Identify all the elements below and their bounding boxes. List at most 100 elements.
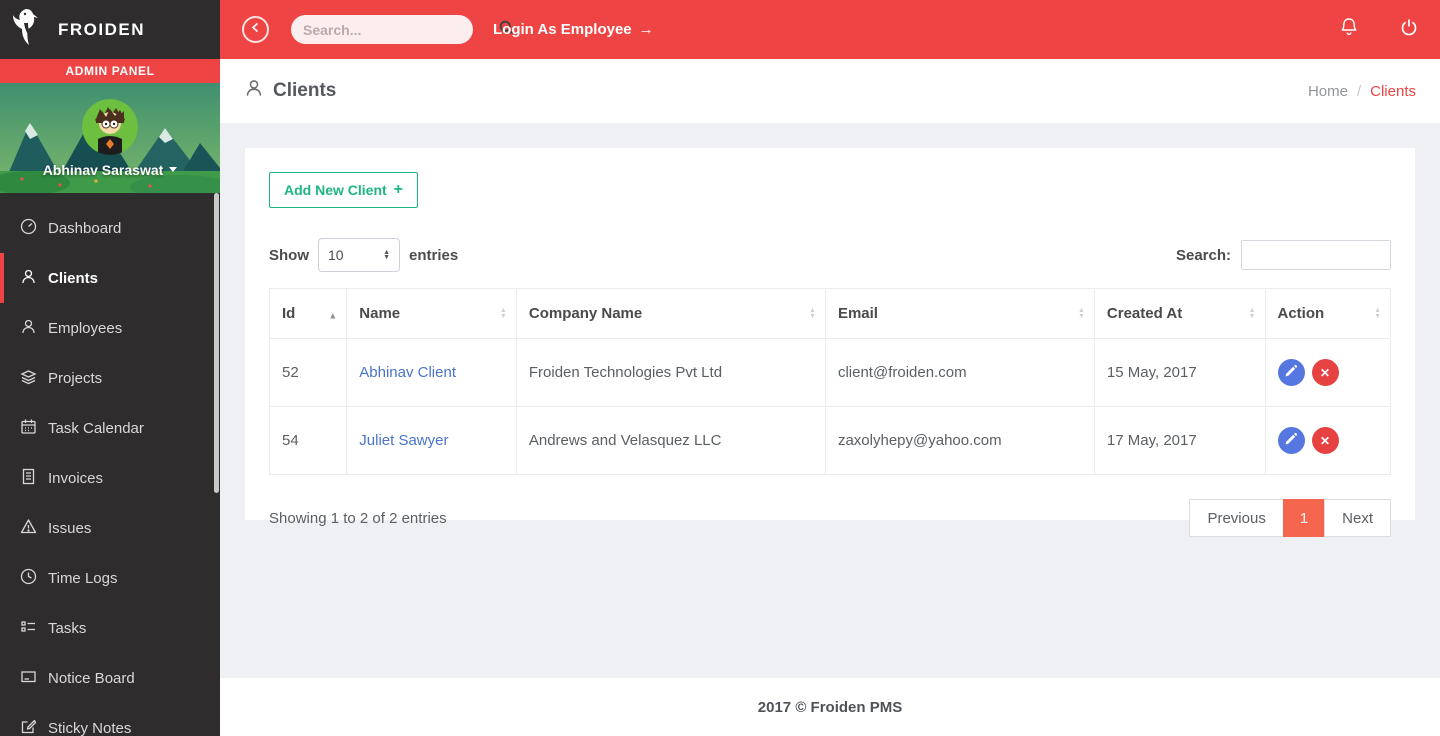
power-icon bbox=[1400, 18, 1418, 42]
pagination: Previous 1 Next bbox=[1189, 499, 1391, 537]
column-header-email[interactable]: Email bbox=[825, 289, 1094, 339]
sidebar-item-dashboard[interactable]: Dashboard bbox=[0, 203, 220, 253]
cell-email: client@froiden.com bbox=[825, 339, 1094, 407]
sidebar-menu: Dashboard Clients Employees Projects bbox=[0, 193, 220, 736]
show-label: Show bbox=[269, 247, 309, 264]
brand-logo-area[interactable]: FROIDEN bbox=[0, 0, 220, 59]
logout-button[interactable] bbox=[1400, 18, 1418, 42]
table-search-label: Search: bbox=[1176, 247, 1231, 264]
admin-panel-badge: ADMIN PANEL bbox=[0, 59, 220, 83]
bell-icon bbox=[1340, 17, 1358, 42]
cell-id: 52 bbox=[270, 339, 347, 407]
tasks-icon bbox=[20, 618, 37, 639]
column-header-action[interactable]: Action bbox=[1265, 289, 1391, 339]
sort-icon bbox=[500, 308, 507, 320]
page-length-control: Show 10 ▲▼ entries bbox=[269, 238, 458, 272]
login-as-label: Login As Employee bbox=[493, 21, 632, 38]
sidebar-item-sticky-notes[interactable]: Sticky Notes bbox=[0, 703, 220, 736]
chevron-down-icon bbox=[169, 167, 177, 172]
page-header: Clients Home / Clients bbox=[220, 59, 1440, 123]
sidebar-item-label: Projects bbox=[48, 370, 102, 387]
sidebar-item-clients[interactable]: Clients bbox=[0, 253, 220, 303]
froiden-bird-logo-icon bbox=[12, 7, 48, 52]
sidebar-item-label: Dashboard bbox=[48, 220, 121, 237]
entries-label: entries bbox=[409, 247, 458, 264]
clients-card: Add New Client + Show 10 ▲▼ entries Sear… bbox=[245, 148, 1415, 520]
cell-company: Andrews and Velasquez LLC bbox=[516, 407, 825, 475]
dashboard-icon bbox=[20, 218, 37, 239]
topbar-search bbox=[291, 15, 473, 44]
column-header-company[interactable]: Company Name bbox=[516, 289, 825, 339]
edit-button[interactable] bbox=[1278, 427, 1305, 454]
cell-company: Froiden Technologies Pvt Ltd bbox=[516, 339, 825, 407]
delete-button[interactable] bbox=[1312, 427, 1339, 454]
table-row: 52 Abhinav Client Froiden Technologies P… bbox=[270, 339, 1391, 407]
notice-board-icon bbox=[20, 668, 37, 689]
sidebar: FROIDEN ADMIN PANEL bbox=[0, 0, 220, 736]
pagination-page-1-button[interactable]: 1 bbox=[1283, 499, 1325, 537]
table-info: Showing 1 to 2 of 2 entries bbox=[269, 510, 447, 527]
client-name-link[interactable]: Abhinav Client bbox=[359, 364, 456, 381]
close-icon bbox=[1320, 366, 1330, 380]
employees-icon bbox=[20, 318, 37, 339]
breadcrumb-home-link[interactable]: Home bbox=[1308, 83, 1348, 100]
entries-select[interactable]: 10 ▲▼ bbox=[318, 238, 400, 272]
sidebar-item-time-logs[interactable]: Time Logs bbox=[0, 553, 220, 603]
sidebar-item-label: Issues bbox=[48, 520, 91, 537]
column-header-id[interactable]: Id bbox=[270, 289, 347, 339]
notifications-button[interactable] bbox=[1340, 17, 1358, 42]
sidebar-item-employees[interactable]: Employees bbox=[0, 303, 220, 353]
client-name-link[interactable]: Juliet Sawyer bbox=[359, 432, 448, 449]
topbar-search-input[interactable] bbox=[303, 22, 499, 38]
entries-select-value: 10 bbox=[328, 247, 344, 263]
pagination-previous-button[interactable]: Previous bbox=[1189, 499, 1283, 537]
user-profile-area: Abhinav Saraswat bbox=[0, 83, 220, 193]
sidebar-item-label: Clients bbox=[48, 270, 98, 287]
footer: 2017 © Froiden PMS bbox=[220, 678, 1440, 736]
sidebar-item-notice-board[interactable]: Notice Board bbox=[0, 653, 220, 703]
sidebar-scrollbar[interactable] bbox=[214, 193, 219, 493]
calendar-icon bbox=[20, 418, 37, 439]
breadcrumb-current: Clients bbox=[1370, 83, 1416, 100]
right-arrow-icon: → bbox=[639, 21, 654, 38]
column-header-created-at[interactable]: Created At bbox=[1094, 289, 1265, 339]
delete-button[interactable] bbox=[1312, 359, 1339, 386]
collapse-sidebar-button[interactable] bbox=[242, 16, 269, 43]
sidebar-item-tasks[interactable]: Tasks bbox=[0, 603, 220, 653]
back-arrow-icon bbox=[249, 21, 262, 39]
pagination-next-button[interactable]: Next bbox=[1324, 499, 1391, 537]
avatar[interactable] bbox=[82, 99, 138, 155]
sort-icon bbox=[1078, 308, 1085, 320]
plus-icon: + bbox=[394, 182, 403, 198]
sort-asc-icon bbox=[328, 305, 337, 322]
pencil-icon bbox=[1285, 432, 1297, 449]
login-as-employee-link[interactable]: Login As Employee → bbox=[493, 21, 654, 38]
sidebar-item-task-calendar[interactable]: Task Calendar bbox=[0, 403, 220, 453]
user-name-dropdown[interactable]: Abhinav Saraswat bbox=[43, 162, 178, 178]
select-stepper-icon: ▲▼ bbox=[383, 250, 390, 260]
clients-icon bbox=[20, 268, 37, 289]
column-header-name[interactable]: Name bbox=[347, 289, 517, 339]
time-logs-icon bbox=[20, 568, 37, 589]
cell-created-at: 17 May, 2017 bbox=[1094, 407, 1265, 475]
main-content: Add New Client + Show 10 ▲▼ entries Sear… bbox=[220, 123, 1440, 678]
page-title-text: Clients bbox=[273, 80, 336, 102]
sort-icon bbox=[1249, 308, 1256, 320]
sidebar-item-invoices[interactable]: Invoices bbox=[0, 453, 220, 503]
footer-text: 2017 © Froiden PMS bbox=[758, 699, 902, 716]
sidebar-item-label: Sticky Notes bbox=[48, 720, 131, 736]
add-new-client-button[interactable]: Add New Client + bbox=[269, 172, 418, 208]
table-row: 54 Juliet Sawyer Andrews and Velasquez L… bbox=[270, 407, 1391, 475]
table-search-input[interactable] bbox=[1241, 240, 1391, 270]
topbar: Login As Employee → bbox=[220, 0, 1440, 59]
edit-button[interactable] bbox=[1278, 359, 1305, 386]
clients-page-icon bbox=[244, 78, 264, 104]
sidebar-item-issues[interactable]: Issues bbox=[0, 503, 220, 553]
breadcrumb: Home / Clients bbox=[1308, 83, 1416, 100]
cell-id: 54 bbox=[270, 407, 347, 475]
page-title: Clients bbox=[244, 78, 336, 104]
sidebar-item-projects[interactable]: Projects bbox=[0, 353, 220, 403]
sidebar-item-label: Employees bbox=[48, 320, 122, 337]
brand-name: FROIDEN bbox=[58, 20, 145, 40]
sidebar-item-label: Invoices bbox=[48, 470, 103, 487]
